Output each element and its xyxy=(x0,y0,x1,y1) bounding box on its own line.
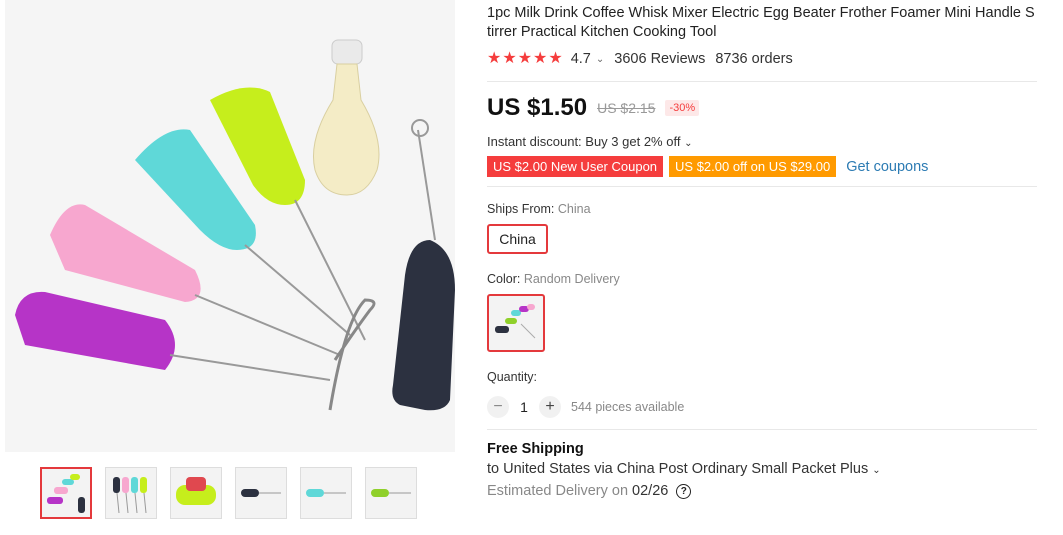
divider xyxy=(487,429,1037,430)
thumbnail-1[interactable] xyxy=(40,467,92,519)
thumbnail-3[interactable] xyxy=(170,467,222,519)
discount-badge: -30% xyxy=(665,100,700,116)
ships-from-label: Ships From: China xyxy=(487,202,1037,216)
color-swatch-image xyxy=(495,304,536,339)
chevron-down-icon: ⌄ xyxy=(684,138,693,149)
divider xyxy=(487,186,1037,187)
divider xyxy=(487,81,1037,82)
reviews-link[interactable]: 3606 Reviews xyxy=(614,51,705,67)
estimated-delivery-date: 02/26 xyxy=(632,483,669,499)
star-rating: ★ ★ ★ ★ ★ xyxy=(487,51,563,67)
thumbnail-5[interactable] xyxy=(300,467,352,519)
quantity-label: Quantity: xyxy=(487,370,538,384)
color-option-random[interactable] xyxy=(487,294,545,352)
estimated-delivery-label: Estimated Delivery on xyxy=(487,483,629,499)
rating-row: ★ ★ ★ ★ ★ 4.7 ⌄ 3606 Reviews 8736 orders xyxy=(487,51,1037,68)
color-value: Random Delivery xyxy=(523,272,620,286)
product-info: 1pc Milk Drink Coffee Whisk Mixer Electr… xyxy=(487,0,1037,499)
star-icon: ★ xyxy=(502,50,517,67)
original-price: US $2.15 xyxy=(597,100,656,116)
ships-from-value: China xyxy=(557,202,591,216)
shipping-method-text: to United States via China Post Ordinary… xyxy=(487,461,869,477)
available-pieces: 544 pieces available xyxy=(571,400,685,414)
current-price: US $1.50 xyxy=(487,94,588,121)
shipping-title: Free Shipping xyxy=(487,441,584,457)
get-coupons-link[interactable]: Get coupons xyxy=(846,159,928,175)
thumbnail-4[interactable] xyxy=(235,467,287,519)
coupons-row: US $2.00 New User Coupon US $2.00 off on… xyxy=(487,156,1037,177)
thumbnail-6[interactable] xyxy=(365,467,417,519)
star-icon: ★ xyxy=(487,50,502,67)
orders-count: 8736 orders xyxy=(715,51,793,67)
star-icon: ★ xyxy=(548,50,563,67)
shipping-method[interactable]: to United States via China Post Ordinary… xyxy=(487,461,1037,477)
help-icon[interactable]: ? xyxy=(676,483,692,499)
ships-from-option-label: China xyxy=(499,231,536,247)
color-label-text: Color: xyxy=(487,272,521,286)
product-title: 1pc Milk Drink Coffee Whisk Mixer Electr… xyxy=(487,5,1035,40)
star-icon: ★ xyxy=(517,50,533,67)
estimated-delivery: Estimated Delivery on 02/26 ? xyxy=(487,483,1037,499)
thumbnail-2[interactable] xyxy=(105,467,157,519)
main-product-image[interactable] xyxy=(5,0,455,452)
chevron-down-icon: ⌄ xyxy=(872,465,881,476)
rating-value[interactable]: 4.7 xyxy=(571,51,591,67)
chevron-down-icon[interactable]: ⌄ xyxy=(596,54,604,65)
color-label: Color: Random Delivery xyxy=(487,272,1037,286)
star-icon: ★ xyxy=(533,50,548,67)
quantity-input[interactable]: 1 xyxy=(509,399,539,415)
store-coupon[interactable]: US $2.00 off on US $29.00 xyxy=(669,156,837,177)
price-row: US $1.50 US $2.15 -30% xyxy=(487,94,1037,122)
thumbnail-strip xyxy=(40,467,417,519)
quantity-stepper: − 1 + 544 pieces available xyxy=(487,396,1037,418)
new-user-coupon[interactable]: US $2.00 New User Coupon xyxy=(487,156,664,177)
instant-discount[interactable]: Instant discount: Buy 3 get 2% off ⌄ xyxy=(487,134,1037,149)
instant-discount-text: Instant discount: Buy 3 get 2% off xyxy=(487,134,681,149)
quantity-minus-button[interactable]: − xyxy=(487,396,509,418)
quantity-plus-button[interactable]: + xyxy=(539,396,561,418)
ships-from-option-china[interactable]: China xyxy=(487,224,548,254)
ships-from-label-text: Ships From: xyxy=(487,202,555,216)
